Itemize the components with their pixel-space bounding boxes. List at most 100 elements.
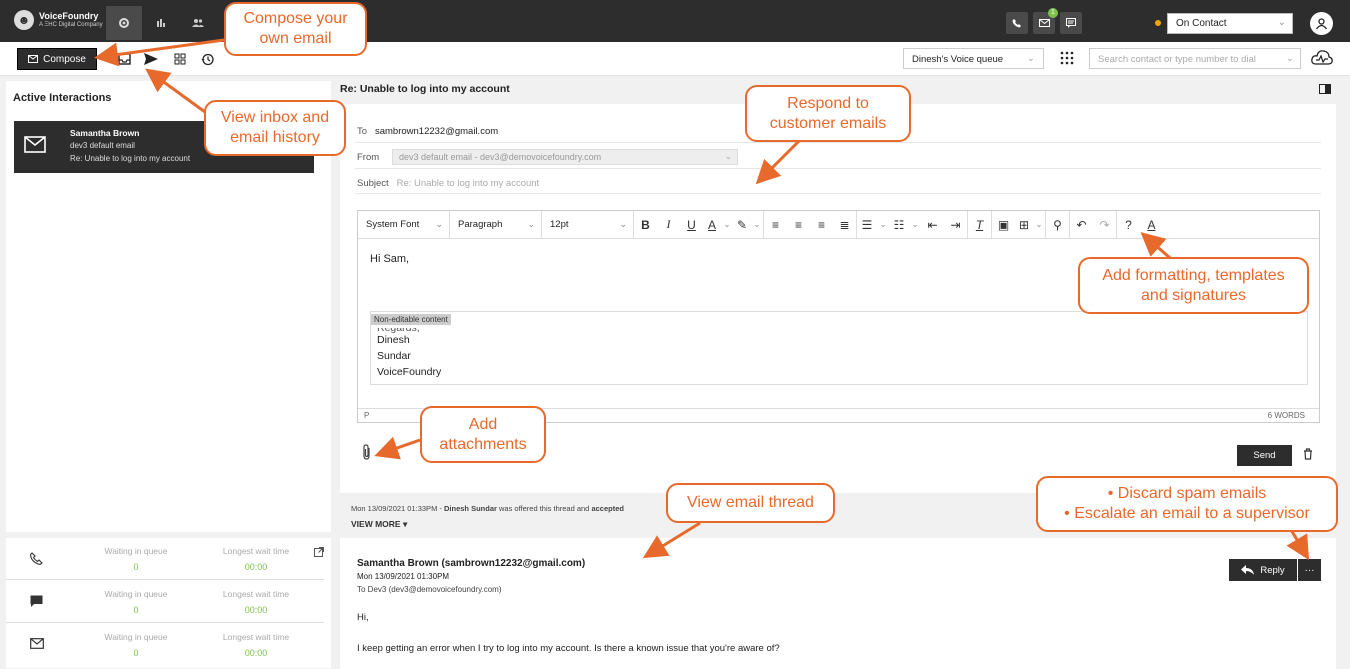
- chat-channel-button[interactable]: [1060, 12, 1082, 34]
- chat-icon: [1066, 18, 1076, 28]
- spellcheck-icon[interactable]: A: [1140, 211, 1163, 239]
- font-family-select[interactable]: System Font ⌄: [358, 210, 450, 239]
- chevron-down-icon: ⌄: [1286, 53, 1294, 64]
- chevron-down-icon: ⌄: [435, 218, 443, 229]
- font-family-value: System Font: [366, 219, 420, 230]
- history-icon: [201, 53, 214, 65]
- callout-line: attachments: [439, 435, 527, 453]
- table-icon[interactable]: ⊞: [1015, 211, 1033, 239]
- outdent-icon[interactable]: ⇤: [921, 211, 944, 239]
- agent-status-value: On Contact: [1176, 18, 1227, 29]
- agent-status-select[interactable]: On Contact ⌄: [1167, 13, 1293, 34]
- mail-count-badge: 1: [1048, 8, 1058, 18]
- align-left-icon[interactable]: ≡: [764, 211, 787, 239]
- nav-reports-button[interactable]: [143, 6, 179, 40]
- dial-search-input[interactable]: Search contact or type number to dial ⌄: [1089, 48, 1301, 69]
- people-icon: [192, 19, 204, 27]
- voice-queue-value: Dinesh's Voice queue: [912, 54, 1004, 65]
- to-field[interactable]: sambrown12232@gmail.com: [375, 126, 498, 137]
- sent-button[interactable]: [142, 50, 160, 68]
- font-size-value: 12pt: [550, 219, 569, 230]
- stats-row-voice: Waiting in queue 0 Longest wait time 00:…: [6, 538, 324, 580]
- attach-button[interactable]: [362, 444, 372, 463]
- voice-queue-select[interactable]: Dinesh's Voice queue ⌄: [903, 48, 1044, 69]
- editor-toolbar: System Font ⌄ Paragraph ⌄ 12pt ⌄ B I U A ⌄ …: [358, 210, 1319, 239]
- inbox-icon: [117, 53, 131, 65]
- dialpad-button[interactable]: [1060, 51, 1074, 68]
- nav-home-button[interactable]: [106, 6, 142, 40]
- numbered-list-icon[interactable]: ☷: [889, 211, 909, 239]
- toggle-panel-button[interactable]: [1319, 84, 1331, 97]
- align-right-icon[interactable]: ≡: [810, 211, 833, 239]
- italic-icon[interactable]: I: [657, 211, 680, 239]
- chevron-down-icon: ⌄: [527, 218, 535, 229]
- more-actions-button[interactable]: ···: [1298, 559, 1321, 581]
- queues-button[interactable]: [171, 50, 189, 68]
- word-count: 6 WORDS: [1267, 411, 1305, 420]
- callout-respond: Respond to customer emails: [745, 85, 911, 142]
- align-center-icon[interactable]: ≡: [787, 211, 810, 239]
- chevron-down-icon[interactable]: ⌄: [909, 211, 921, 239]
- subject-field[interactable]: Re: Unable to log into my account: [397, 178, 540, 189]
- signature-line: Sundar: [377, 350, 411, 362]
- callout-line: Compose your: [243, 10, 348, 27]
- reply-icon: [1241, 565, 1255, 575]
- history-button[interactable]: [198, 50, 216, 68]
- chevron-down-icon[interactable]: ⌄: [1033, 211, 1045, 239]
- chevron-down-icon[interactable]: ⌄: [721, 211, 733, 239]
- logo-subtitle: A ΞHC Digital Company: [39, 22, 103, 28]
- chevron-down-icon[interactable]: ⌄: [751, 211, 763, 239]
- clear-format-icon[interactable]: T: [968, 211, 991, 239]
- highlight-icon[interactable]: ✎: [733, 211, 751, 239]
- user-avatar[interactable]: [1310, 12, 1333, 35]
- image-icon[interactable]: ▣: [992, 211, 1015, 239]
- chevron-down-icon[interactable]: ⌄: [877, 211, 889, 239]
- connection-status-button[interactable]: [1311, 49, 1333, 70]
- text-color-icon[interactable]: A: [703, 211, 721, 239]
- compose-label: Compose: [43, 53, 86, 65]
- grid-icon: [174, 53, 186, 65]
- waiting-value: 0: [133, 648, 139, 658]
- redo-icon[interactable]: ↷: [1093, 211, 1116, 239]
- undo-icon[interactable]: ↶: [1070, 211, 1093, 239]
- callout-attachments: Add attachments: [420, 406, 546, 463]
- interaction-customer-name: Samantha Brown: [70, 128, 140, 138]
- logo-name: VoiceFoundry: [39, 11, 99, 21]
- bullet-list-icon[interactable]: ☰: [857, 211, 877, 239]
- waiting-value: 0: [133, 605, 139, 615]
- email-body-greeting[interactable]: Hi Sam,: [370, 253, 409, 265]
- email-channel-button[interactable]: 1: [1033, 8, 1058, 34]
- underline-icon[interactable]: U: [680, 211, 703, 239]
- message-recipient: To Dev3 (dev3@demovoicefoundry.com): [357, 585, 502, 594]
- indent-icon[interactable]: ⇥: [944, 211, 967, 239]
- nav-contacts-button[interactable]: [180, 6, 216, 40]
- signature-line: VoiceFoundry: [377, 366, 442, 378]
- signature-block: Regards, Non-editable content Dinesh Sun…: [370, 311, 1308, 385]
- chevron-down-icon: ⌄: [1027, 53, 1035, 64]
- callout-line: and signatures: [1141, 286, 1246, 304]
- from-select[interactable]: dev3 default email - dev3@demovoicefound…: [392, 149, 738, 165]
- callout-compose: Compose your own email: [224, 2, 367, 56]
- send-button[interactable]: Send: [1237, 445, 1292, 466]
- callout-line: email history: [230, 129, 320, 146]
- subject-row: Subject Re: Unable to log into my accoun…: [357, 178, 539, 189]
- divider: [355, 142, 1321, 143]
- inbox-button[interactable]: [115, 50, 133, 68]
- discard-draft-button[interactable]: [1303, 448, 1313, 463]
- block-format-select[interactable]: Paragraph ⌄: [450, 210, 542, 239]
- bold-icon[interactable]: B: [634, 211, 657, 239]
- compose-button[interactable]: Compose: [17, 48, 97, 70]
- chevron-down-icon: ⌄: [1277, 17, 1286, 28]
- callout-line: • Discard spam emails: [1107, 485, 1267, 502]
- view-more-link[interactable]: VIEW MORE ▾: [351, 519, 407, 530]
- reply-button[interactable]: Reply: [1229, 559, 1297, 581]
- message-body: I keep getting an error when I try to lo…: [357, 643, 780, 654]
- to-row: To sambrown12232@gmail.com: [357, 126, 498, 137]
- send-icon: [144, 53, 158, 65]
- font-size-select[interactable]: 12pt ⌄: [542, 210, 634, 239]
- template-icon[interactable]: ⚲: [1046, 211, 1069, 239]
- help-icon[interactable]: ?: [1117, 211, 1140, 239]
- align-justify-icon[interactable]: ≣: [833, 211, 856, 239]
- from-value: dev3 default email - dev3@demovoicefound…: [399, 152, 602, 162]
- phone-channel-button[interactable]: [1006, 12, 1028, 34]
